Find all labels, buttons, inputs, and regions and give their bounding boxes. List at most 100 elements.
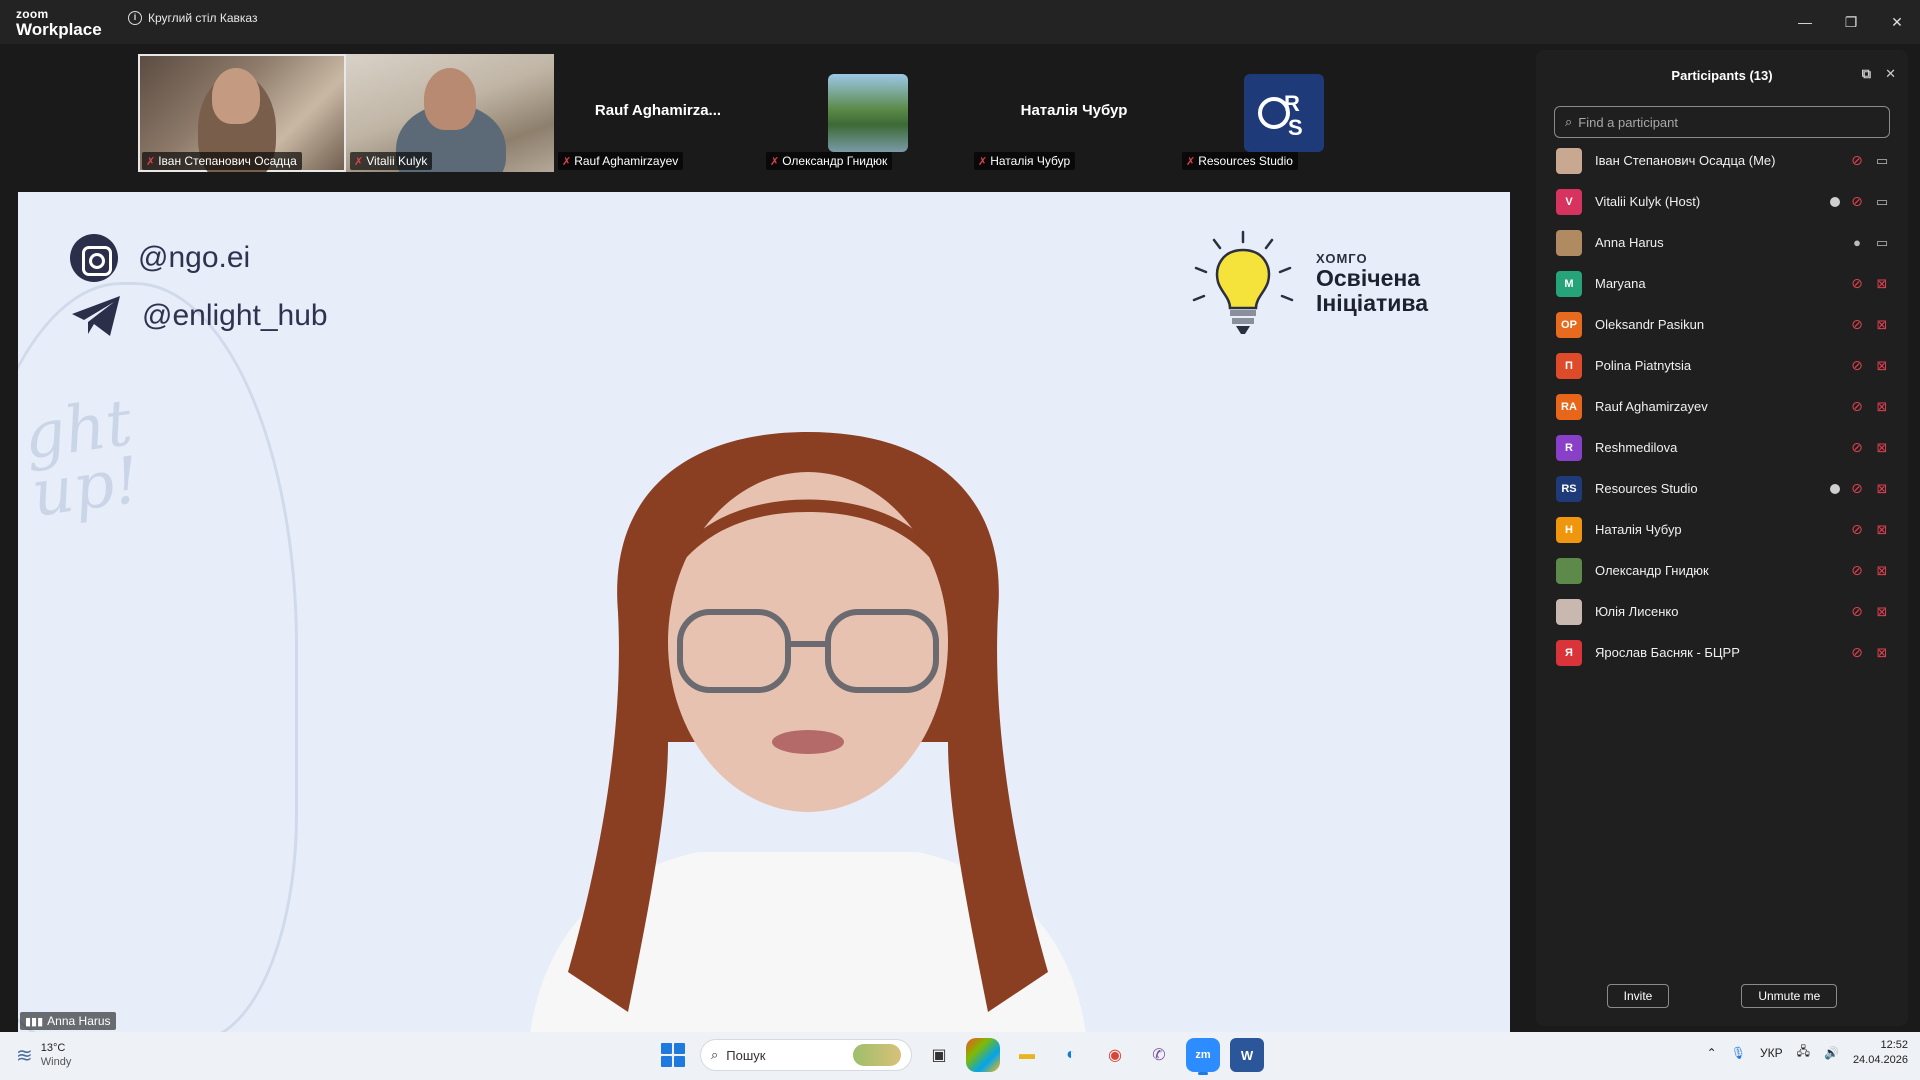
mic-icon[interactable]: ● [1850, 235, 1864, 250]
camera-icon[interactable]: ▭ [1874, 235, 1890, 251]
participant-row[interactable]: Олександр Гнидюк ⊘ ⊠ [1536, 550, 1908, 591]
thumbnail-oleksandr[interactable]: ✗ Олександр Гнидюк [762, 54, 970, 172]
participant-avatar [1556, 557, 1582, 584]
participant-row[interactable]: Н Наталія Чубур ⊘ ⊠ [1536, 509, 1908, 550]
mic-muted-icon[interactable]: ⊘ [1850, 439, 1864, 456]
camera-off-icon[interactable]: ⊠ [1874, 317, 1890, 333]
clock[interactable]: 12:52 24.04.2026 [1853, 1038, 1908, 1068]
participant-row[interactable]: Іван Степанович Осадца (Me) ⊘ ▭ [1536, 140, 1908, 181]
mic-muted-icon[interactable]: ⊘ [1850, 562, 1864, 579]
participant-status-icons: ⊘ ⊠ [1850, 562, 1890, 579]
network-icon[interactable]: 🖧 [1797, 1042, 1810, 1063]
mic-muted-icon[interactable]: ⊘ [1850, 357, 1864, 374]
chrome-icon[interactable]: ◉ [1098, 1038, 1132, 1072]
mic-muted-icon[interactable]: ⊘ [1850, 193, 1864, 210]
panel-actions: ⧉ ✕ [1862, 66, 1896, 82]
windows-taskbar: ≋ 13°C Windy ⌕ Пошук ▣ ▬ ◐ ◉ ✆ zm W ⌃ 🎙 … [0, 1032, 1920, 1080]
participant-status-icons: ● ▭ [1850, 235, 1890, 251]
participant-avatar-photo [828, 74, 908, 152]
camera-off-icon[interactable]: ⊠ [1874, 440, 1890, 456]
mic-muted-icon[interactable]: ⊘ [1850, 275, 1864, 292]
telegram-handle: @enlight_hub [142, 299, 328, 332]
mic-muted-icon[interactable]: ⊘ [1850, 603, 1864, 620]
unmute-me-button[interactable]: Unmute me [1741, 984, 1838, 1008]
word-icon[interactable]: W [1230, 1038, 1264, 1072]
participant-list: Іван Степанович Осадца (Me) ⊘ ▭ V Vitalii Ku… [1536, 140, 1908, 673]
weather-widget[interactable]: ≋ 13°C Windy [16, 1042, 71, 1070]
camera-off-icon[interactable]: ⊠ [1874, 276, 1890, 292]
mic-muted-icon[interactable]: ⊘ [1850, 521, 1864, 538]
camera-off-icon[interactable]: ⊠ [1874, 399, 1890, 415]
instagram-handle: @ngo.ei [138, 241, 251, 274]
participant-avatar: V [1556, 188, 1582, 215]
file-explorer-icon[interactable]: ▬ [1010, 1038, 1044, 1072]
close-panel-icon[interactable]: ✕ [1885, 66, 1896, 82]
participant-avatar: Н [1556, 516, 1582, 543]
participant-row[interactable]: Юлія Лисенко ⊘ ⊠ [1536, 591, 1908, 632]
participant-status-icons: ⊘ ▭ [1830, 193, 1890, 210]
participant-row[interactable]: OP Oleksandr Pasikun ⊘ ⊠ [1536, 304, 1908, 345]
background-bulb-text: ght up! [19, 386, 144, 531]
participant-search-input[interactable] [1578, 114, 1879, 130]
microphone-icon[interactable]: 🎙 [1731, 1046, 1746, 1060]
participant-avatar: M [1556, 270, 1582, 297]
volume-icon[interactable]: 🔊 [1824, 1046, 1839, 1060]
camera-off-icon[interactable]: ⊠ [1874, 522, 1890, 538]
participant-row[interactable]: RS Resources Studio ⊘ ⊠ [1536, 468, 1908, 509]
mic-muted-icon[interactable]: ⊘ [1850, 316, 1864, 333]
participant-row[interactable]: Я Ярослав Басняк - БЦРР ⊘ ⊠ [1536, 632, 1908, 673]
participant-row[interactable]: Anna Harus ● ▭ [1536, 222, 1908, 263]
thumbnail-name: Олександр Гнидюк [782, 154, 888, 168]
camera-off-icon[interactable]: ⊠ [1874, 604, 1890, 620]
mic-muted-icon[interactable]: ⊘ [1850, 152, 1864, 169]
participant-row[interactable]: П Polina Piatnytsia ⊘ ⊠ [1536, 345, 1908, 386]
camera-icon[interactable]: ▭ [1874, 153, 1890, 169]
taskbar-search[interactable]: ⌕ Пошук [700, 1039, 912, 1071]
minimize-button[interactable]: — [1782, 0, 1828, 44]
thumbnail-resources-studio[interactable]: R S ✗ Resources Studio [1178, 54, 1386, 172]
participant-row[interactable]: M Maryana ⊘ ⊠ [1536, 263, 1908, 304]
taskbar-center: ⌕ Пошук ▣ ▬ ◐ ◉ ✆ zm W [656, 1038, 1264, 1075]
participant-avatar: RA [1556, 393, 1582, 420]
invite-button[interactable]: Invite [1606, 984, 1670, 1008]
pop-out-icon[interactable]: ⧉ [1862, 66, 1871, 82]
start-tile [674, 1056, 685, 1067]
participant-row[interactable]: R Reshmedilova ⊘ ⊠ [1536, 427, 1908, 468]
camera-off-icon[interactable]: ⊠ [1874, 358, 1890, 374]
mic-muted-icon[interactable]: ⊘ [1850, 398, 1864, 415]
active-speaker-video[interactable]: ght up! @ngo.ei @enlight_hub ХОМГО Освіч… [18, 192, 1510, 1032]
restore-button[interactable]: ❐ [1828, 0, 1874, 44]
camera-off-icon[interactable]: ⊠ [1874, 645, 1890, 661]
mic-muted-icon[interactable]: ⊘ [1850, 480, 1864, 497]
search-highlight-image [853, 1044, 901, 1066]
participant-row[interactable]: V Vitalii Kulyk (Host) ⊘ ▭ [1536, 181, 1908, 222]
task-view-icon[interactable]: ▣ [922, 1038, 956, 1072]
title-bar: zoom Workplace i Круглий стіл Кавказ — ❐… [0, 0, 1920, 44]
start-button[interactable] [656, 1038, 690, 1072]
chevron-up-icon[interactable]: ⌃ [1707, 1046, 1717, 1060]
participant-name: Іван Степанович Осадца (Me) [1595, 153, 1776, 168]
meeting-info-button[interactable]: i Круглий стіл Кавказ [128, 11, 257, 25]
edge-icon[interactable]: ◐ [1054, 1038, 1088, 1072]
camera-icon[interactable]: ▭ [1874, 194, 1890, 210]
thumbnail-vitalii[interactable]: ✗ Vitalii Kulyk [346, 54, 554, 172]
thumbnail-natalia[interactable]: Наталія Чубур ✗ Наталія Чубур [970, 54, 1178, 172]
language-indicator[interactable]: УКР [1760, 1046, 1783, 1060]
weather-text: 13°C Windy [41, 1042, 72, 1070]
thumbnail-ivan[interactable]: ✗ Іван Степанович Осадца [138, 54, 346, 172]
camera-off-icon[interactable]: ⊠ [1874, 481, 1890, 497]
mic-muted-icon: ✗ [1186, 155, 1196, 168]
logo-line-1: Освічена [1316, 265, 1421, 292]
camera-off-icon[interactable]: ⊠ [1874, 563, 1890, 579]
mic-muted-icon[interactable]: ⊘ [1850, 644, 1864, 661]
participant-name: Rauf Aghamirzayev [1595, 399, 1708, 414]
thumbnail-rauf[interactable]: Rauf Aghamirza... ✗ Rauf Aghamirzayev [554, 54, 762, 172]
thumbnail-name-tag: ✗ Наталія Чубур [974, 152, 1076, 170]
microsoft-365-icon[interactable] [966, 1038, 1000, 1072]
zoom-taskbar-icon[interactable]: zm [1186, 1038, 1220, 1075]
thumbnail-name-tag: ✗ Іван Степанович Осадца [142, 152, 302, 170]
viber-icon[interactable]: ✆ [1142, 1038, 1176, 1072]
close-button[interactable]: ✕ [1874, 0, 1920, 44]
thumbnail-name: Resources Studio [1198, 154, 1293, 168]
participant-row[interactable]: RA Rauf Aghamirzayev ⊘ ⊠ [1536, 386, 1908, 427]
